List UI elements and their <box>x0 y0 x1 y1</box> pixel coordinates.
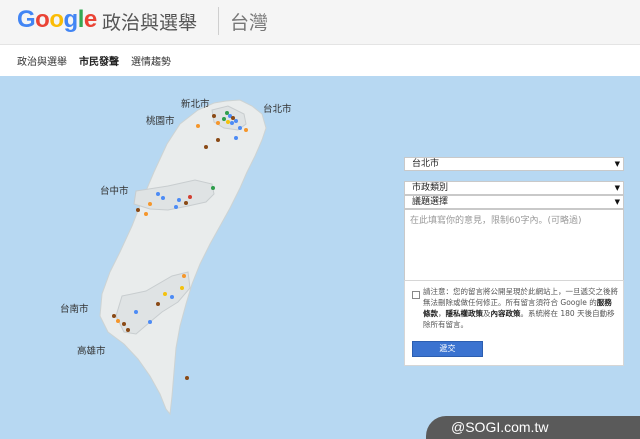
topic-select[interactable]: 議題選擇 ▼ <box>404 195 624 209</box>
privacy-link[interactable]: 隱私權政策 <box>446 309 484 318</box>
marker <box>163 292 167 296</box>
logo-letter: o <box>35 6 50 33</box>
marker <box>156 302 160 306</box>
city-label: 台南市 <box>60 304 89 315</box>
logo-letter: g <box>63 6 79 33</box>
page-title: 政治與選舉 <box>102 12 198 34</box>
google-logo[interactable]: Google <box>17 6 97 34</box>
marker <box>216 121 220 125</box>
logo-letter: e <box>83 6 97 33</box>
region-label: 台灣 <box>230 12 269 34</box>
marker <box>116 319 120 323</box>
city-label: 高雄市 <box>77 346 106 357</box>
logo-letter: G <box>17 6 36 33</box>
dropdown-arrow-icon: ▼ <box>614 160 620 168</box>
marker <box>188 195 192 199</box>
marker <box>225 111 229 115</box>
dropdown-arrow-icon: ▼ <box>614 198 620 206</box>
marker <box>230 121 234 125</box>
city-label: 台中市 <box>100 186 129 197</box>
marker <box>234 136 238 140</box>
marker <box>148 202 152 206</box>
content-policy-link[interactable]: 內容政策 <box>491 309 521 318</box>
watermark-text: @SOGI.com.tw <box>451 419 549 435</box>
marker <box>136 208 140 212</box>
logo-letter: o <box>49 6 64 33</box>
marker <box>174 205 178 209</box>
nav-item-trends[interactable]: 選情趨勢 <box>131 53 171 68</box>
header-divider <box>218 7 219 35</box>
marker <box>182 274 186 278</box>
marker <box>161 196 165 200</box>
header: Google 政治與選舉 台灣 <box>0 0 640 45</box>
notice-text: 請注意：您的留言將公開呈現於此網站上，一旦遞交之後將無法刪除或做任何修正。所有留… <box>423 286 619 330</box>
marker <box>234 119 238 123</box>
city-select[interactable]: 台北市 ▼ <box>404 157 624 171</box>
marker <box>226 120 230 124</box>
city-select-value: 台北市 <box>412 159 440 169</box>
marker <box>244 128 248 132</box>
marker <box>185 376 189 380</box>
marker <box>212 114 216 118</box>
notice-box: 請注意：您的留言將公開呈現於此網站上，一旦遞交之後將無法刪除或做任何修正。所有留… <box>404 280 624 366</box>
category-select-value: 市政類別 <box>412 183 449 193</box>
notice-and: 及 <box>483 309 491 318</box>
marker <box>134 310 138 314</box>
marker <box>122 322 126 326</box>
agree-checkbox[interactable] <box>412 291 420 299</box>
taiwan-island <box>99 99 267 416</box>
notice-separator: ， <box>438 309 446 318</box>
nav-item-citizen-voice[interactable]: 市民發聲 <box>79 53 119 68</box>
city-label: 新北市 <box>181 99 210 110</box>
comment-placeholder: 在此填寫你的意見，限制60字內。(可略過) <box>410 216 582 226</box>
map[interactable]: 新北市 台北市 桃園市 台中市 台南市 高雄市 台北市 ▼ 市政類別 ▼ 議題選… <box>0 76 640 439</box>
marker <box>204 145 208 149</box>
marker <box>216 138 220 142</box>
marker <box>184 201 188 205</box>
marker <box>144 212 148 216</box>
nav-bar: 政治與選舉 市民發聲 選情趨勢 <box>0 45 640 75</box>
marker <box>238 126 242 130</box>
marker <box>231 116 235 120</box>
city-label: 台北市 <box>263 104 292 115</box>
marker <box>126 328 130 332</box>
marker <box>222 117 226 121</box>
submit-button[interactable]: 遞交 <box>412 341 483 357</box>
marker <box>180 286 184 290</box>
comment-textarea[interactable]: 在此填寫你的意見，限制60字內。(可略過) <box>404 209 624 287</box>
marker <box>156 192 160 196</box>
nav-item-politics[interactable]: 政治與選舉 <box>17 53 67 68</box>
marker <box>148 320 152 324</box>
marker <box>112 314 116 318</box>
marker <box>177 198 181 202</box>
marker <box>211 186 215 190</box>
watermark: @SOGI.com.tw <box>426 416 640 439</box>
dropdown-arrow-icon: ▼ <box>614 184 620 192</box>
marker <box>196 124 200 128</box>
marker <box>170 295 174 299</box>
city-label: 桃園市 <box>146 116 175 127</box>
topic-select-value: 議題選擇 <box>412 197 449 207</box>
category-select[interactable]: 市政類別 ▼ <box>404 181 624 195</box>
notice-body: 請注意：您的留言將公開呈現於此網站上，一旦遞交之後將無法刪除或做任何修正。所有留… <box>423 287 618 307</box>
